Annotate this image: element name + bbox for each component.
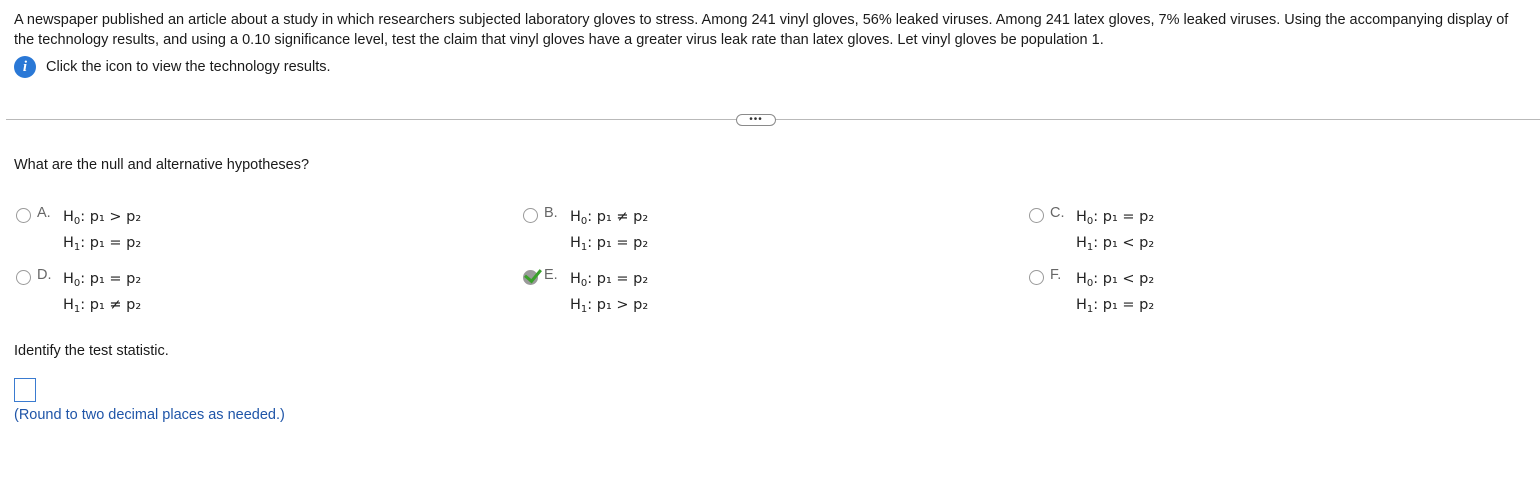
rounding-hint: (Round to two decimal places as needed.)	[14, 407, 285, 423]
option-a-letter: A.	[37, 205, 51, 221]
technology-results-link[interactable]: i Click the icon to view the technology …	[14, 56, 331, 78]
option-f-letter: F.	[1050, 267, 1062, 283]
option-a-hypotheses: H0: p₁ > p₂ H1: p₁ = p₂	[63, 209, 142, 253]
info-icon[interactable]: i	[14, 56, 36, 78]
option-a-radio[interactable]	[16, 208, 31, 223]
info-link-label: Click the icon to view the technology re…	[46, 59, 331, 75]
option-d-hypotheses: H0: p₁ = p₂ H1: p₁ ≠ p₂	[63, 271, 142, 315]
option-d-letter: D.	[37, 267, 52, 283]
test-statistic-question: Identify the test statistic.	[14, 343, 169, 359]
option-e-hypotheses: H0: p₁ = p₂ H1: p₁ > p₂	[570, 271, 649, 315]
option-e[interactable]: E. H0: p₁ = p₂ H1: p₁ > p₂	[523, 264, 649, 318]
option-a[interactable]: A. H0: p₁ > p₂ H1: p₁ = p₂	[16, 204, 141, 256]
option-c-letter: C.	[1050, 205, 1065, 221]
option-f-radio[interactable]	[1029, 270, 1044, 285]
option-c[interactable]: C. H0: p₁ = p₂ H1: p₁ < p₂	[1029, 204, 1154, 256]
problem-statement: A newspaper published an article about a…	[14, 12, 1509, 48]
expand-more-button[interactable]: •••	[736, 114, 776, 126]
option-b-radio[interactable]	[523, 208, 538, 223]
checkmark-icon	[524, 264, 542, 284]
test-statistic-input[interactable]	[14, 378, 36, 402]
option-f[interactable]: F. H0: p₁ < p₂ H1: p₁ = p₂	[1029, 266, 1154, 318]
option-b[interactable]: B. H0: p₁ ≠ p₂ H1: p₁ = p₂	[523, 204, 648, 256]
option-e-radio[interactable]	[523, 264, 542, 285]
option-d[interactable]: D. H0: p₁ = p₂ H1: p₁ ≠ p₂	[16, 266, 141, 318]
option-d-radio[interactable]	[16, 270, 31, 285]
option-b-letter: B.	[544, 205, 558, 221]
option-c-hypotheses: H0: p₁ = p₂ H1: p₁ < p₂	[1076, 209, 1155, 253]
option-c-radio[interactable]	[1029, 208, 1044, 223]
hypotheses-question: What are the null and alternative hypoth…	[14, 157, 310, 173]
option-e-letter: E.	[544, 267, 558, 283]
option-b-hypotheses: H0: p₁ ≠ p₂ H1: p₁ = p₂	[570, 209, 649, 253]
option-f-hypotheses: H0: p₁ < p₂ H1: p₁ = p₂	[1076, 271, 1155, 315]
